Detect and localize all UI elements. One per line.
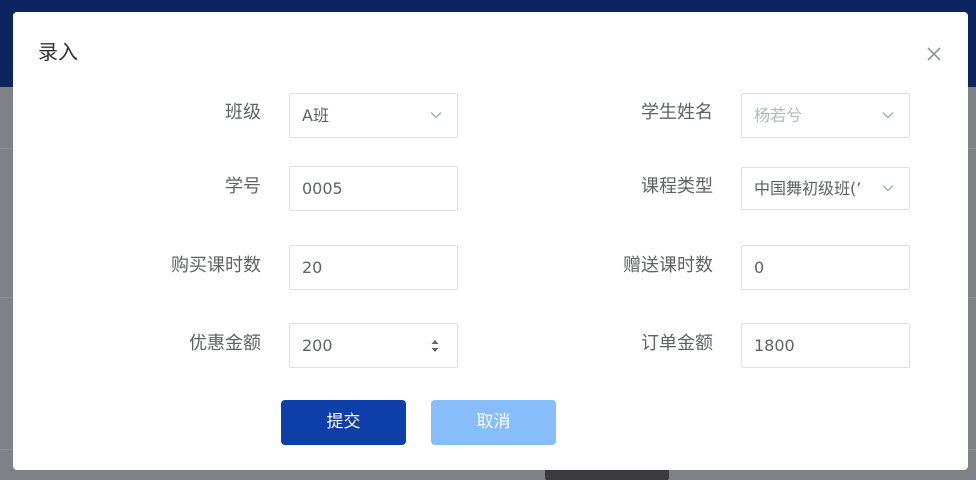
entry-dialog: 录入 班级 A班 学生姓名 杨若兮 学号 0005 课程类型 中国舞初级班(’ … [13, 12, 968, 470]
submit-button[interactable]: 提交 [281, 400, 406, 445]
student-id-input[interactable]: 0005 [289, 166, 458, 211]
chevron-down-icon [430, 112, 442, 119]
discount-amount-input[interactable]: 200 [289, 323, 458, 368]
student-name-select[interactable]: 杨若兮 [741, 93, 910, 138]
close-button[interactable] [921, 41, 947, 67]
course-type-select[interactable]: 中国舞初级班(’ [741, 167, 910, 210]
purchased-hours-input[interactable]: 20 [289, 245, 458, 290]
chevron-down-icon [882, 112, 894, 119]
class-select[interactable]: A班 [289, 93, 458, 138]
discount-amount-label: 优惠金额 [189, 333, 261, 354]
gift-hours-input[interactable]: 0 [741, 245, 910, 290]
student-id-label: 学号 [225, 176, 261, 197]
order-amount-input[interactable]: 1800 [741, 323, 910, 368]
purchased-hours-label: 购买课时数 [171, 255, 261, 276]
chevron-down-icon [882, 185, 894, 192]
gift-hours-value: 0 [754, 258, 765, 277]
cancel-button[interactable]: 取消 [431, 400, 556, 445]
number-stepper-icon[interactable] [430, 337, 440, 355]
purchased-hours-value: 20 [302, 258, 323, 277]
student-id-value: 0005 [302, 179, 343, 198]
close-icon [927, 47, 941, 61]
dialog-title: 录入 [38, 40, 78, 64]
class-label: 班级 [225, 102, 261, 123]
order-amount-label: 订单金额 [641, 333, 713, 354]
student-name-label: 学生姓名 [641, 102, 713, 123]
gift-hours-label: 赠送课时数 [623, 255, 713, 276]
course-type-label: 课程类型 [641, 176, 713, 197]
order-amount-value: 1800 [754, 336, 795, 355]
